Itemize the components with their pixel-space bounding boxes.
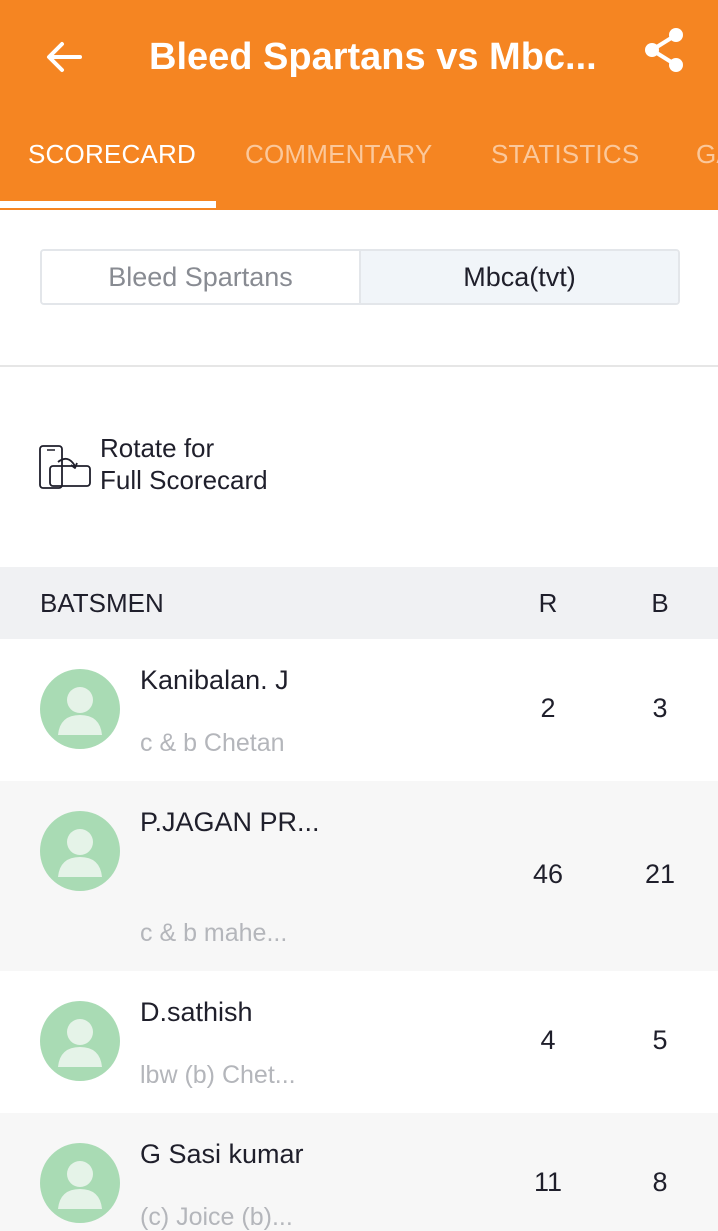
batsman-name: G Sasi kumar [140,1139,304,1169]
share-button[interactable] [636,22,692,78]
section-divider [0,365,718,367]
dismissal-text: (c) Joice (b)... [140,1203,293,1231]
batsmen-table-header: BATSMEN R B [0,567,718,639]
back-button[interactable] [34,28,94,86]
batsman-row[interactable]: G Sasi kumar (c) Joice (b)... 11 8 [0,1113,718,1231]
team-button-mbca[interactable]: Mbca(tvt) [359,251,678,303]
rotate-hint-line1: Rotate for [100,433,215,463]
page-title: Bleed Spartans vs Mbc... [149,36,597,78]
batsman-row[interactable]: Kanibalan. J c & b Chetan 2 3 [0,639,718,781]
tab-bar: SCORECARD COMMENTARY STATISTICS GA [0,112,718,210]
runs-value: 4 [540,1025,556,1055]
runs-value: 2 [540,693,556,723]
batsman-name: P.JAGAN PR... [140,807,320,837]
balls-header: B [651,588,669,618]
runs-value: 11 [533,1167,563,1197]
avatar [40,1143,120,1223]
share-icon [645,28,683,72]
tab-ga[interactable]: GA [696,139,718,170]
balls-value: 8 [652,1167,668,1197]
team-toggle: Bleed Spartans Mbca(tvt) [40,249,680,305]
tab-statistics[interactable]: STATISTICS [491,139,639,170]
dismissal-text: c & b Chetan [140,729,285,757]
rotate-hint: Rotate for Full Scorecard [38,432,358,502]
avatar [40,811,120,891]
person-icon [58,687,102,735]
dismissal-text: lbw (b) Chet... [140,1061,296,1089]
avatar [40,669,120,749]
balls-value: 3 [652,693,668,723]
runs-value: 46 [532,859,564,889]
runs-header: R [538,588,558,618]
person-icon [58,1161,102,1209]
dismissal-text: c & b mahe... [140,919,288,947]
arrow-left-icon [47,42,82,72]
top-bar: Bleed Spartans vs Mbc... [0,0,718,112]
tab-commentary[interactable]: COMMENTARY [245,139,432,170]
batsman-name: Kanibalan. J [140,665,289,695]
batsmen-header: BATSMEN [40,588,164,618]
active-tab-indicator [0,201,216,208]
batsman-name: D.sathish [140,997,253,1027]
batsman-row[interactable]: P.JAGAN PR... c & b mahe... 46 21 [0,781,718,971]
balls-value: 21 [644,859,676,889]
app-bar: Bleed Spartans vs Mbc... SCORECARD COMME… [0,0,718,210]
rotate-phone-icon [39,445,91,489]
rotate-hint-text: Rotate for Full Scorecard [100,432,268,496]
batsman-row[interactable]: D.sathish lbw (b) Chet... 4 5 [0,971,718,1113]
person-icon [58,1019,102,1067]
balls-value: 5 [652,1025,668,1055]
tab-scorecard[interactable]: SCORECARD [28,139,196,170]
person-icon [58,829,102,877]
rotate-hint-line2: Full Scorecard [100,465,268,495]
avatar [40,1001,120,1081]
team-button-bleed-spartans[interactable]: Bleed Spartans [42,251,359,303]
